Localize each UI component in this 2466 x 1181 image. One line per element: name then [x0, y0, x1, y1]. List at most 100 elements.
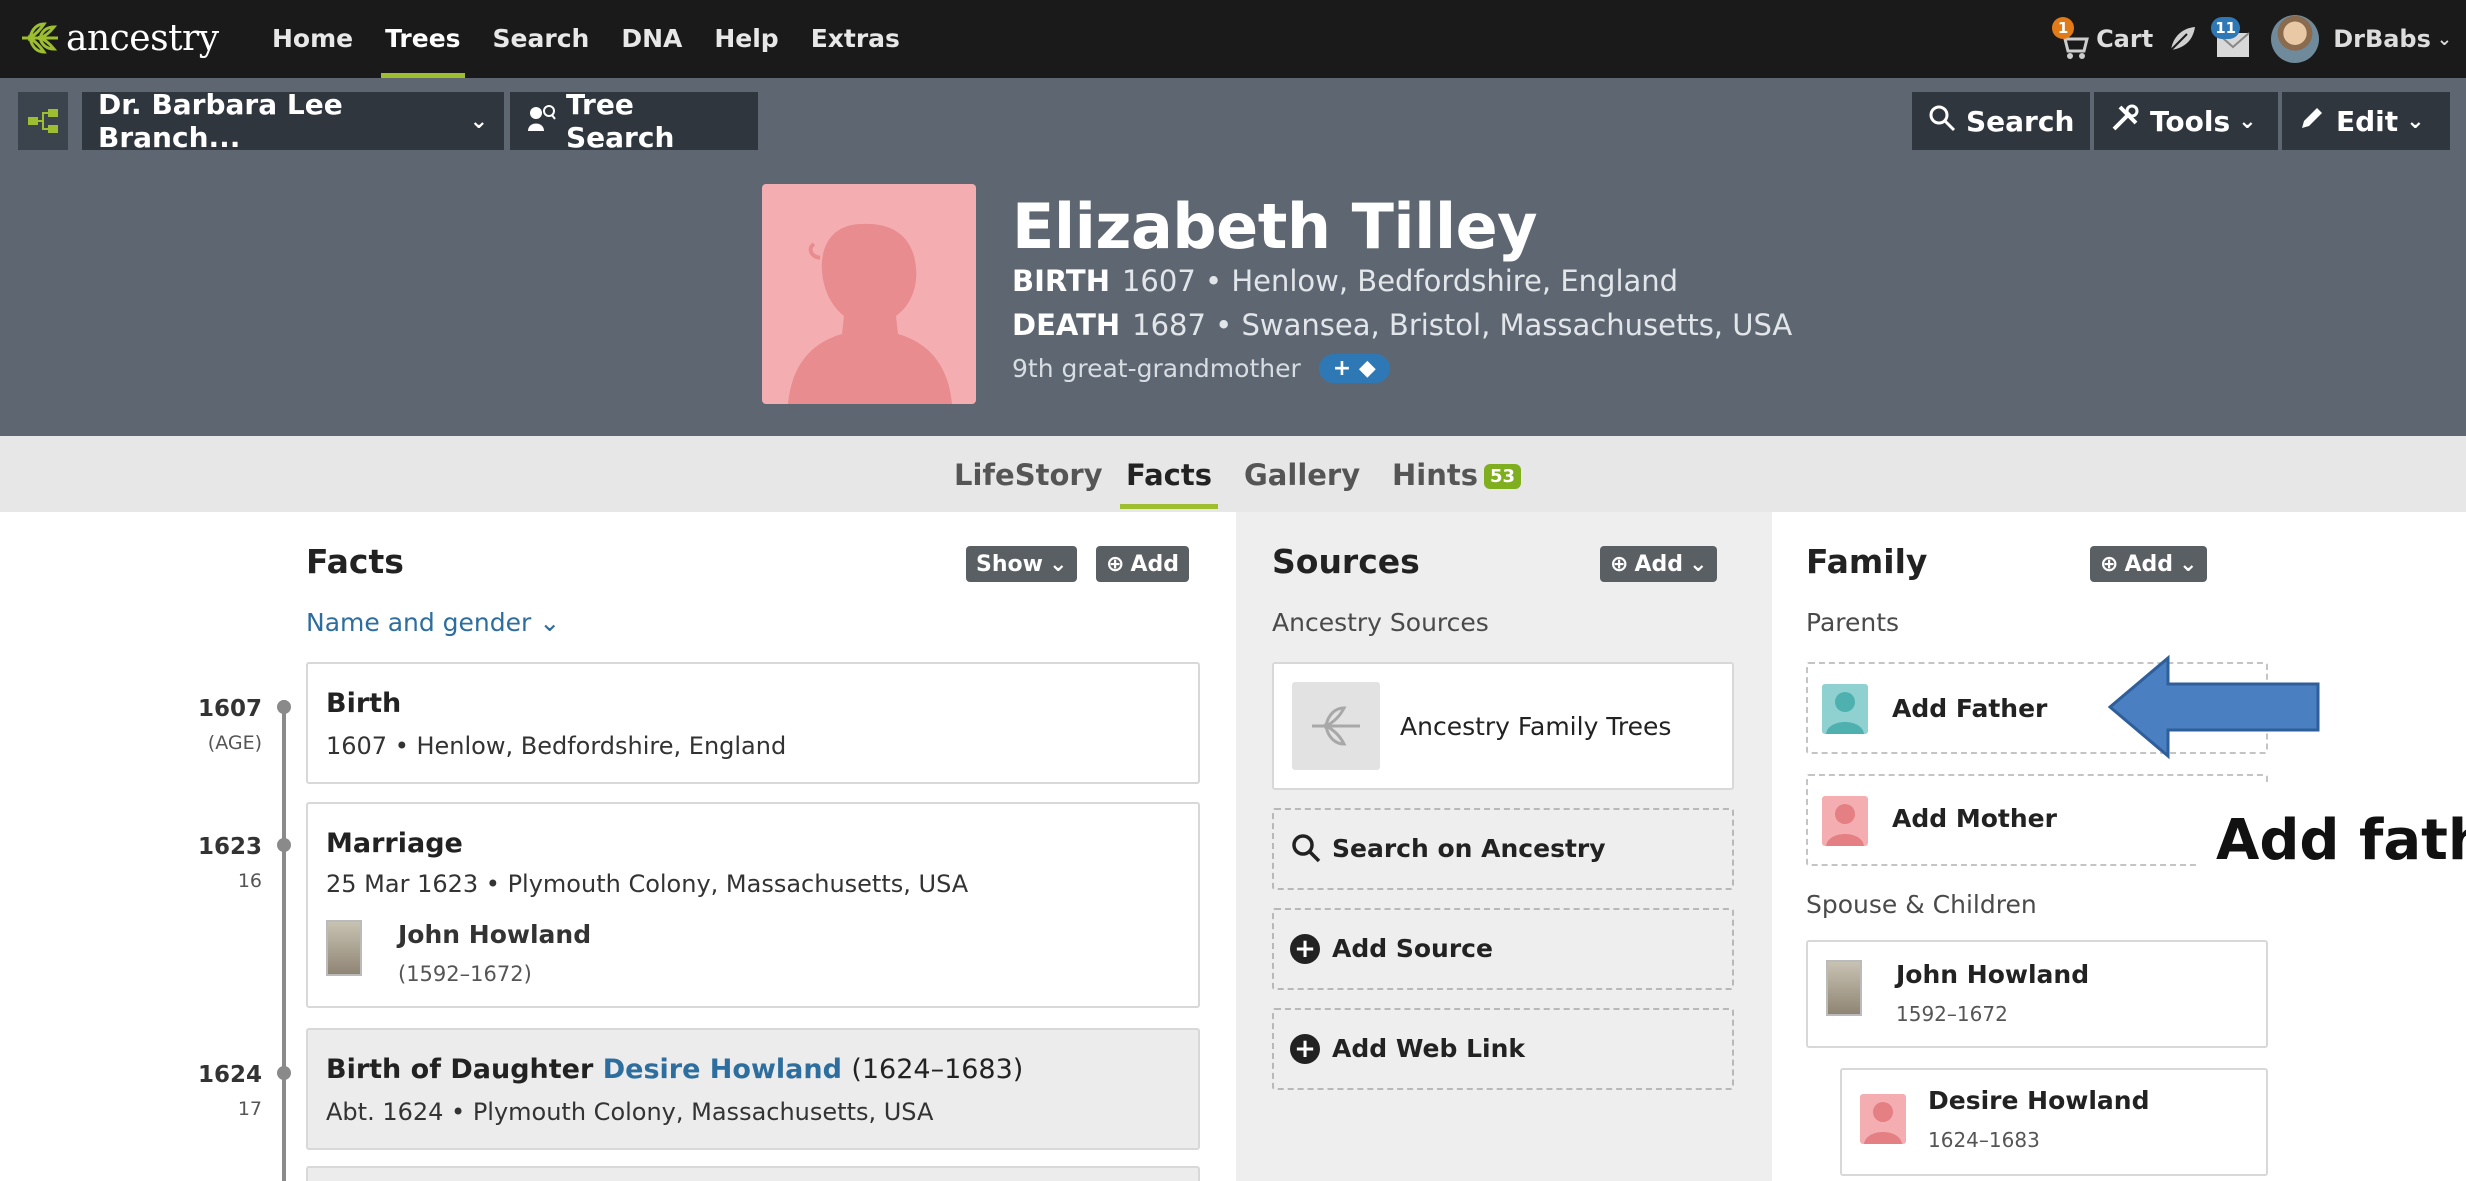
leaf-hint-icon[interactable] — [2167, 24, 2197, 54]
pencil-icon — [2298, 104, 2326, 139]
fact-card-next[interactable] — [306, 1166, 1200, 1181]
chevron-down-icon: ⌄ — [2178, 551, 2198, 577]
spouse-children-subhead: Spouse & Children — [1806, 890, 2037, 919]
spouse-card[interactable]: John Howland 1592–1672 — [1806, 940, 2268, 1048]
add-fact-label: Add — [1130, 551, 1179, 577]
edit-menu-button[interactable]: Edit ⌄ — [2282, 92, 2450, 150]
ancestry-logo[interactable]: ancestry — [18, 14, 219, 62]
tree-view-button[interactable] — [18, 92, 68, 150]
nav-extras[interactable]: Extras — [811, 0, 900, 78]
search-label: Search — [1966, 104, 2075, 138]
username-label: DrBabs — [2333, 25, 2431, 53]
tab-hints-label: Hints — [1392, 458, 1478, 492]
ancestry-sources-subhead: Ancestry Sources — [1272, 608, 1489, 637]
user-avatar[interactable] — [2271, 15, 2320, 63]
profile-tabs: LifeStory Facts Gallery Hints 53 — [0, 436, 2466, 512]
death-summary: DEATH 1687 • Swansea, Bristol, Massachuse… — [1012, 308, 1792, 342]
name-gender-label: Name and gender — [306, 608, 532, 637]
nav-home[interactable]: Home — [272, 0, 353, 78]
add-source-menu-label: Add — [1634, 551, 1683, 577]
chevron-down-icon: ⌄ — [1048, 551, 1068, 577]
messages-count-badge: 11 — [2211, 17, 2241, 39]
add-tag-button[interactable]: + ◆ — [1318, 354, 1390, 383]
plus-circle-icon: + — [1290, 934, 1320, 964]
chevron-down-icon: ⌄ — [2436, 28, 2452, 50]
tab-facts[interactable]: Facts — [1120, 458, 1218, 509]
chevron-down-icon: ⌄ — [2406, 108, 2425, 134]
fact-title-prefix: Birth of Daughter — [326, 1054, 594, 1085]
timeline-dot — [277, 700, 291, 714]
family-trees-label: Ancestry Family Trees — [1400, 712, 1672, 741]
birth-summary: BIRTH 1607 • Henlow, Bedfordshire, Englan… — [1012, 264, 1678, 298]
facts-heading: Facts — [306, 542, 404, 581]
nav-help[interactable]: Help — [714, 0, 778, 78]
tab-hints[interactable]: Hints 53 — [1392, 458, 1522, 492]
search-button[interactable]: Search — [1912, 92, 2090, 150]
child-card[interactable]: Desire Howland 1624–1683 — [1840, 1068, 2268, 1176]
daughter-years: (1624–1683) — [851, 1054, 1024, 1085]
child-years: 1624–1683 — [1928, 1128, 2040, 1152]
female-silhouette-icon — [1822, 796, 1868, 846]
timeline-line — [282, 700, 286, 1181]
chevron-down-icon: ⌄ — [1688, 551, 1708, 577]
plus-circle-icon: ⊕ — [2100, 551, 2119, 577]
plus-circle-icon: ⊕ — [1610, 551, 1629, 577]
annotation-text: Add fath — [2216, 808, 2466, 873]
family-trees-leaf-icon — [1292, 682, 1380, 770]
tag-icon: ◆ — [1358, 356, 1376, 381]
tools-menu-button[interactable]: Tools ⌄ — [2094, 92, 2278, 150]
add-mother-label: Add Mother — [1892, 804, 2057, 833]
tree-name: Dr. Barbara Lee Branch... — [98, 88, 343, 154]
nav-search[interactable]: Search — [493, 0, 590, 78]
tree-icon — [28, 109, 58, 133]
person-name: Elizabeth Tilley — [1012, 190, 1538, 263]
annotation-callout: Add fath — [2196, 782, 2466, 902]
chevron-down-icon: ⌄ — [2238, 108, 2257, 134]
nav-trees[interactable]: Trees — [381, 0, 466, 78]
tab-lifestory[interactable]: LifeStory — [954, 458, 1103, 492]
add-family-member-button[interactable]: ⊕ Add ⌄ — [2090, 546, 2208, 582]
ancestry-family-trees-source[interactable]: Ancestry Family Trees — [1272, 662, 1734, 790]
tools-label: Tools — [2150, 104, 2231, 138]
name-gender-toggle[interactable]: Name and gender ⌄ — [306, 608, 560, 637]
profile-photo-placeholder[interactable] — [762, 184, 976, 404]
chevron-down-icon: ⌄ — [539, 608, 561, 637]
birth-value: 1607 • Henlow, Bedfordshire, England — [1121, 264, 1679, 298]
nav-dna[interactable]: DNA — [621, 0, 682, 78]
add-source-button[interactable]: + Add Source — [1272, 908, 1734, 990]
messages-icon[interactable]: 11 — [2211, 17, 2255, 61]
chevron-down-icon: ⌄ — [469, 108, 488, 134]
add-fact-button[interactable]: ⊕ Add — [1096, 546, 1189, 582]
tree-search-button[interactable]: Tree Search — [510, 88, 758, 154]
main-nav: Home Trees Search DNA Help Extras — [272, 0, 932, 78]
fact-marriage-card[interactable]: Marriage 25 Mar 1623 • Plymouth Colony, … — [306, 802, 1200, 1008]
fact-birth-card[interactable]: Birth 1607 • Henlow, Bedfordshire, Engla… — [306, 662, 1200, 784]
event-year: 1623 — [197, 834, 262, 860]
fact-birth-of-daughter-card[interactable]: Birth of Daughter Desire Howland (1624–1… — [306, 1028, 1200, 1150]
tab-gallery[interactable]: Gallery — [1244, 458, 1360, 492]
cart-count-badge: 1 — [2052, 17, 2075, 39]
female-silhouette-icon — [1860, 1094, 1906, 1144]
add-source-menu-button[interactable]: ⊕ Add ⌄ — [1600, 546, 1718, 582]
spouse-link[interactable]: John Howland — [398, 920, 591, 949]
male-silhouette-icon — [1822, 684, 1868, 734]
tree-selector[interactable]: Dr. Barbara Lee Branch... ⌄ — [82, 88, 504, 154]
nav-right-group: 1 Cart 11 DrBabs ⌄ — [2052, 0, 2452, 78]
spouse-photo-thumbnail[interactable] — [326, 920, 362, 976]
cart-button[interactable]: 1 Cart — [2052, 17, 2153, 61]
edit-label: Edit — [2336, 104, 2399, 138]
add-web-link-button[interactable]: + Add Web Link — [1272, 1008, 1734, 1090]
user-menu[interactable]: DrBabs ⌄ — [2333, 25, 2452, 53]
show-filter-button[interactable]: Show ⌄ — [966, 546, 1078, 582]
add-source-label: Add Source — [1332, 934, 1493, 963]
fact-title: Birth — [326, 688, 402, 719]
show-label: Show — [976, 551, 1043, 577]
tools-icon — [2110, 103, 2140, 140]
event-year: 1607 — [197, 696, 262, 722]
add-web-link-label: Add Web Link — [1332, 1034, 1526, 1063]
cart-icon: 1 — [2052, 17, 2092, 61]
daughter-link[interactable]: Desire Howland — [603, 1054, 842, 1085]
spouse-years: (1592–1672) — [398, 962, 532, 986]
search-on-ancestry-button[interactable]: Search on Ancestry — [1272, 808, 1734, 890]
child-name: Desire Howland — [1928, 1086, 2150, 1115]
